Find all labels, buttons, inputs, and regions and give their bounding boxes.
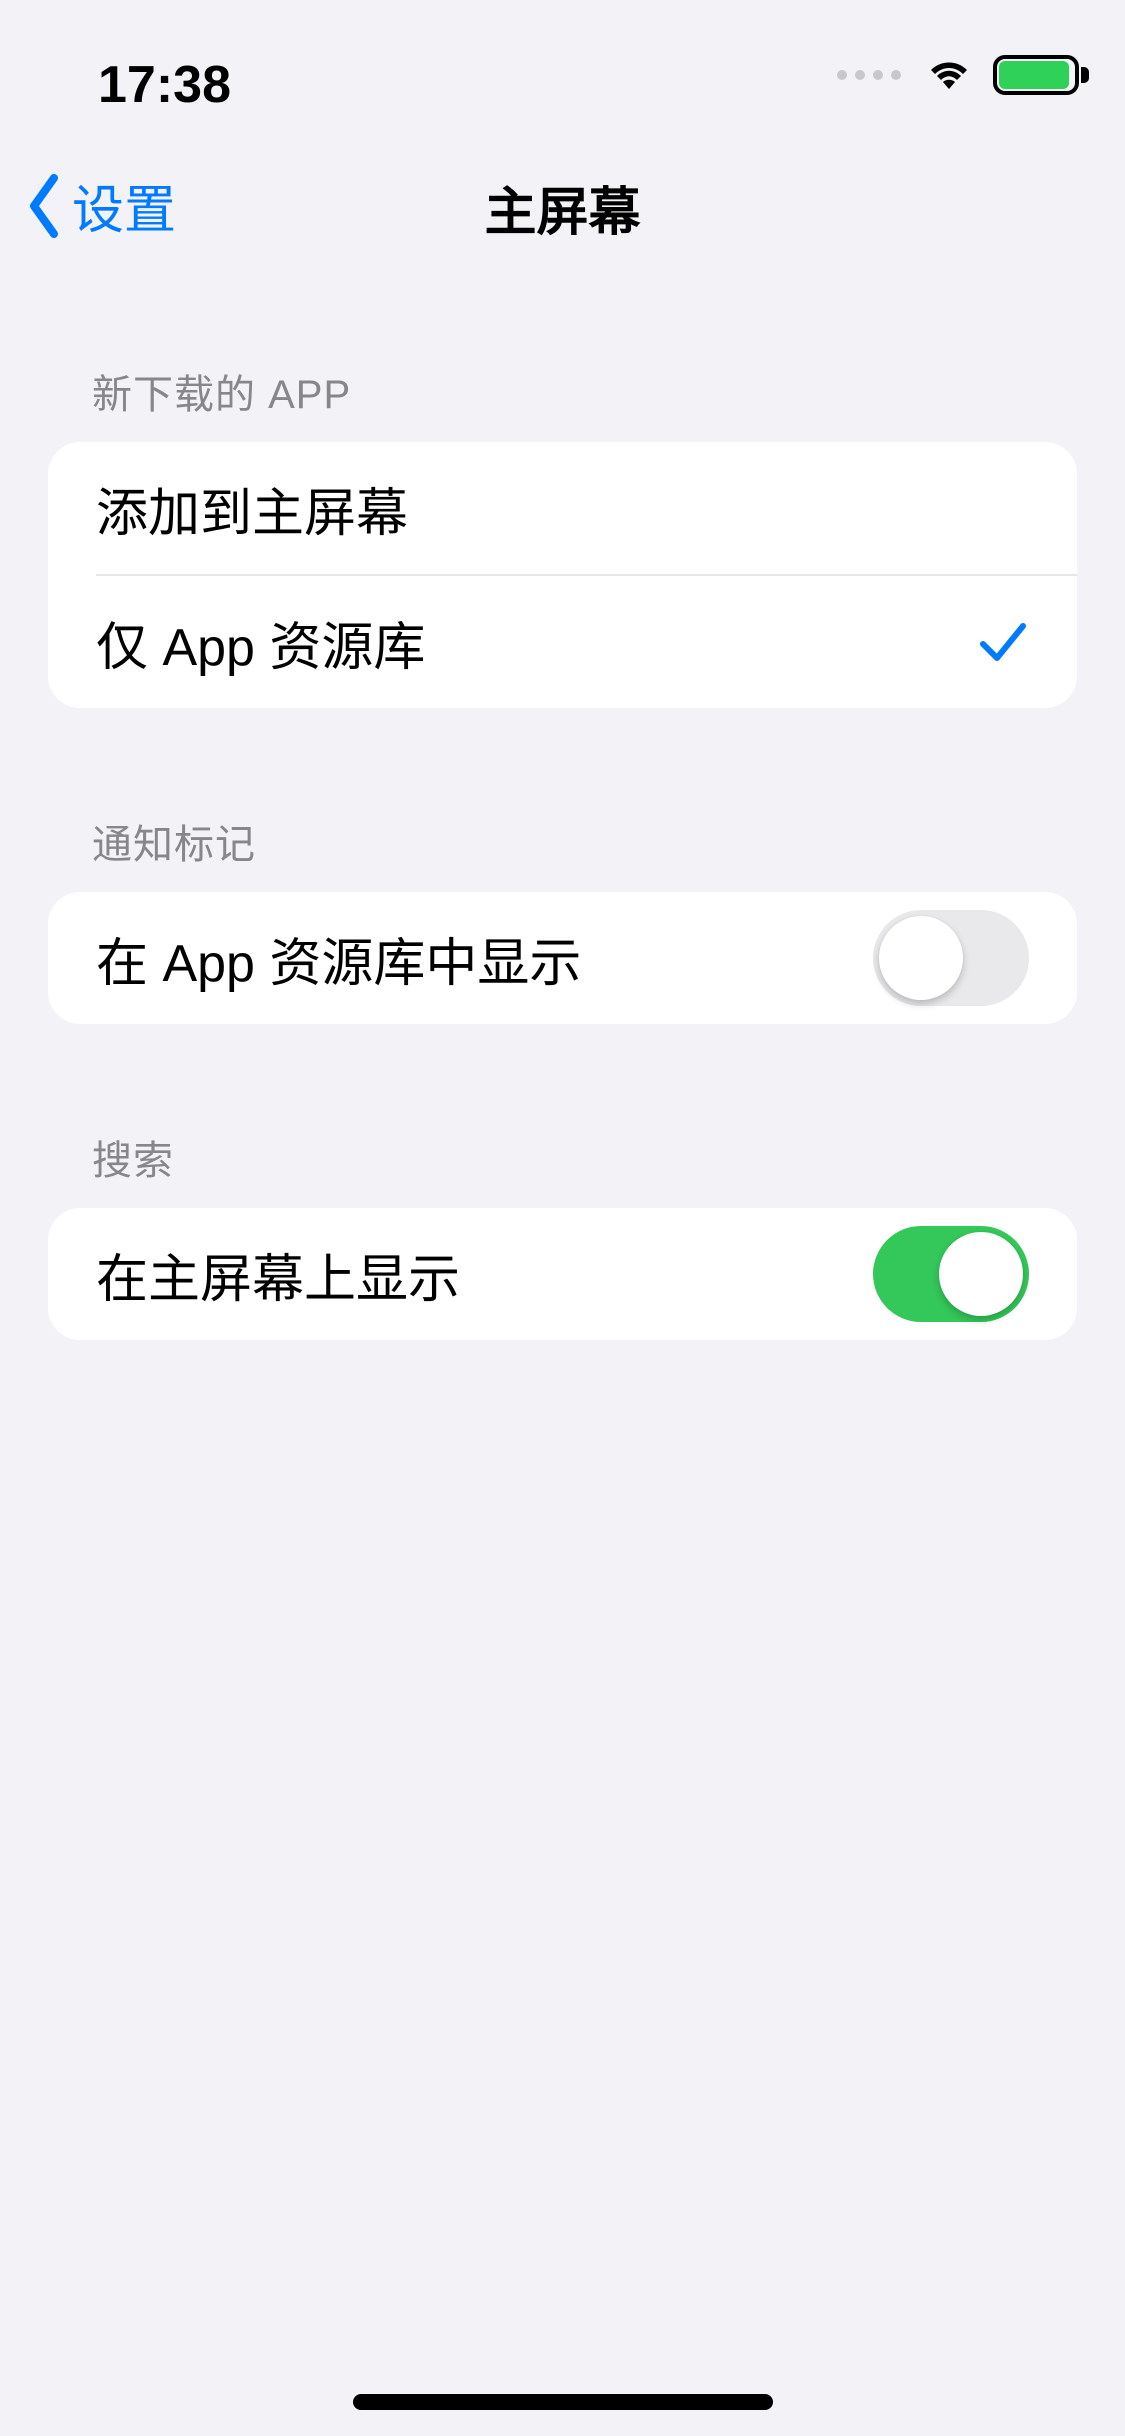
section-header-search: 搜索 (92, 1128, 1077, 1186)
page-title: 主屏幕 (0, 170, 1125, 245)
status-time: 17:38 (98, 55, 231, 115)
group-new-apps: 添加到主屏幕 仅 App 资源库 (48, 442, 1077, 708)
toggle-label: 在主屏幕上显示 (96, 1237, 460, 1312)
battery-icon (993, 55, 1079, 95)
status-icons (837, 55, 1079, 95)
checkmark-icon (977, 616, 1029, 668)
option-add-to-home[interactable]: 添加到主屏幕 (48, 442, 1077, 574)
wifi-icon (923, 55, 975, 95)
group-search: 在主屏幕上显示 (48, 1208, 1077, 1340)
cellular-placeholder-icon (837, 70, 901, 80)
home-indicator (353, 2394, 773, 2410)
toggle-show-on-home[interactable]: 在主屏幕上显示 (48, 1208, 1077, 1340)
section-header-badges: 通知标记 (92, 812, 1077, 870)
toggle-label: 在 App 资源库中显示 (96, 921, 581, 996)
switch-show-in-app-library[interactable] (873, 910, 1029, 1006)
option-label: 添加到主屏幕 (96, 471, 408, 546)
section-badges: 通知标记 在 App 资源库中显示 (48, 812, 1077, 1024)
group-badges: 在 App 资源库中显示 (48, 892, 1077, 1024)
section-header-new-apps: 新下载的 APP (92, 362, 1077, 420)
toggle-show-in-app-library[interactable]: 在 App 资源库中显示 (48, 892, 1077, 1024)
nav-bar: 设置 主屏幕 (0, 140, 1125, 272)
status-bar: 17:38 (0, 0, 1125, 140)
switch-show-on-home[interactable] (873, 1226, 1029, 1322)
option-app-library-only[interactable]: 仅 App 资源库 (48, 576, 1077, 708)
section-search: 搜索 在主屏幕上显示 (48, 1128, 1077, 1340)
option-label: 仅 App 资源库 (96, 605, 425, 680)
section-new-apps: 新下载的 APP 添加到主屏幕 仅 App 资源库 (48, 362, 1077, 708)
